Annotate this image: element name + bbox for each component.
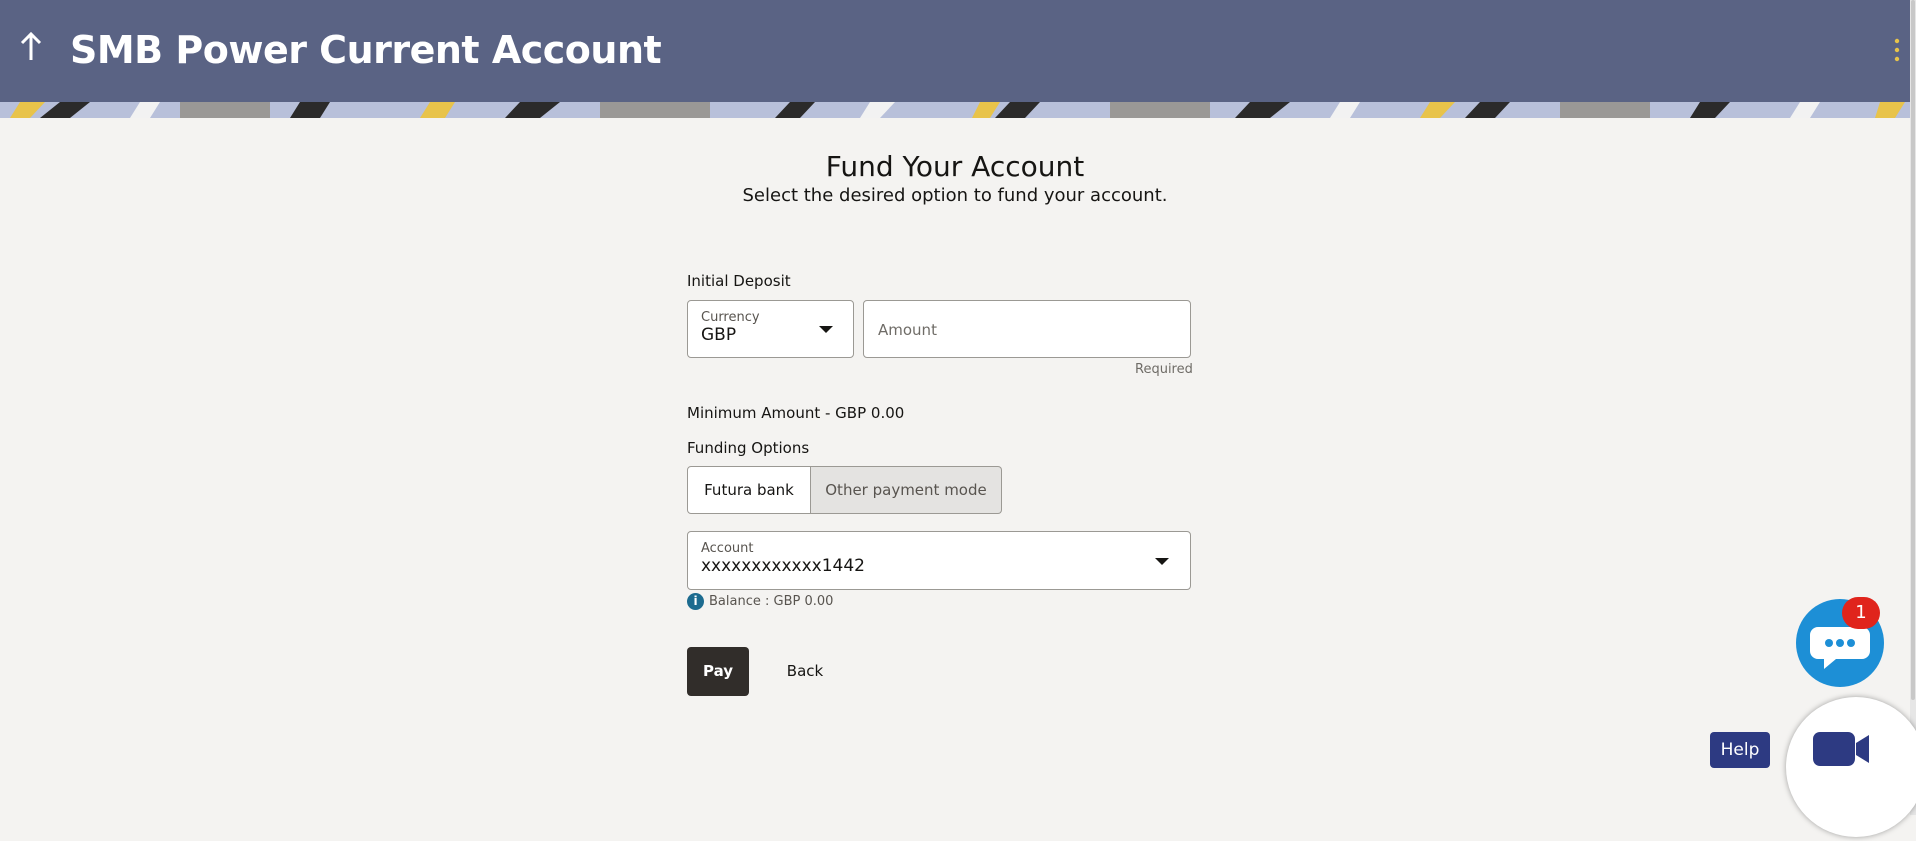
kebab-menu-icon[interactable] bbox=[1893, 38, 1901, 62]
balance-text: Balance : GBP 0.00 bbox=[709, 594, 834, 609]
help-label[interactable]: Help bbox=[1710, 732, 1770, 768]
video-camera-icon bbox=[1813, 732, 1869, 766]
notification-badge: 1 bbox=[1842, 597, 1880, 629]
back-button[interactable]: Back bbox=[770, 647, 840, 696]
scrollbar-thumb[interactable] bbox=[1911, 0, 1915, 700]
info-icon: i bbox=[687, 593, 704, 610]
minimum-amount-text: Minimum Amount - GBP 0.00 bbox=[687, 404, 905, 422]
chevron-down-icon bbox=[1155, 558, 1169, 565]
video-call-button[interactable] bbox=[1786, 697, 1916, 837]
pay-button[interactable]: Pay bbox=[687, 647, 749, 696]
account-label: Account bbox=[701, 541, 754, 556]
amount-placeholder: Amount bbox=[878, 321, 937, 339]
section-subheading: Select the desired option to fund your a… bbox=[742, 185, 1168, 206]
section-heading: Fund Your Account bbox=[825, 150, 1085, 183]
currency-select[interactable]: Currency GBP bbox=[687, 300, 854, 358]
currency-label: Currency bbox=[701, 310, 760, 325]
scrollbar[interactable] bbox=[1910, 0, 1916, 815]
page-title: SMB Power Current Account bbox=[70, 28, 662, 72]
option-other-payment-mode[interactable]: Other payment mode bbox=[811, 466, 1002, 514]
account-select[interactable]: Account xxxxxxxxxxxx1442 bbox=[687, 531, 1191, 590]
header-banner-pattern bbox=[0, 102, 1910, 118]
app-header: SMB Power Current Account bbox=[0, 0, 1910, 102]
funding-options-label: Funding Options bbox=[687, 439, 810, 457]
option-futura-bank[interactable]: Futura bank bbox=[687, 466, 811, 514]
chevron-down-icon bbox=[819, 326, 833, 333]
required-hint: Required bbox=[1135, 362, 1193, 377]
initial-deposit-label: Initial Deposit bbox=[687, 272, 791, 290]
account-value: xxxxxxxxxxxx1442 bbox=[701, 556, 865, 576]
arrow-up-icon[interactable] bbox=[18, 30, 44, 64]
currency-value: GBP bbox=[701, 325, 737, 345]
amount-input[interactable]: Amount bbox=[863, 300, 1191, 358]
